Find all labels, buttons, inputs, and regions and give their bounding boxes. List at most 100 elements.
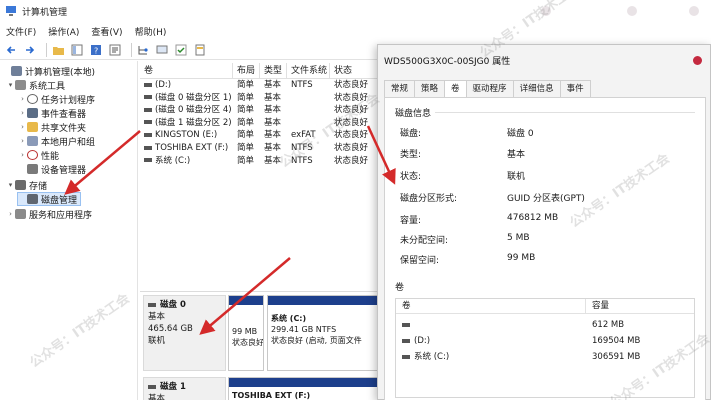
tab-general[interactable]: 常规	[384, 80, 416, 97]
tree-item-services-apps[interactable]: › 服务和应用程序	[6, 207, 92, 221]
tree-item-event-viewer[interactable]: › 事件查看器	[18, 106, 86, 120]
volume-status: 状态良好	[334, 105, 369, 116]
volume-layout: 简单	[237, 143, 255, 153]
partition-bar	[229, 378, 379, 387]
tree-caret[interactable]: ▾	[6, 181, 15, 189]
up-folder-icon[interactable]	[51, 43, 65, 57]
volumes-group: 卷 卷 容量 612 MB (D:) 169504 MB 系统 (C:) 306…	[395, 280, 695, 400]
volume-name: (D:)	[155, 80, 172, 90]
tree-item-label: 磁盘管理	[41, 195, 78, 206]
disk0-type: 基本	[148, 312, 166, 322]
tree-item-system-tools[interactable]: ▾ 系统工具	[6, 78, 65, 92]
partition-toshiba-f[interactable]: TOSHIBA EXT (F:)	[228, 377, 380, 400]
tree-caret[interactable]: ›	[18, 137, 27, 145]
info-value: 5 MB	[507, 233, 530, 243]
tree-caret[interactable]: ▾	[6, 81, 15, 89]
export-icon[interactable]	[193, 43, 207, 57]
table-row[interactable]: (D:) 169504 MB	[396, 334, 694, 348]
volumes-table: 卷 容量 612 MB (D:) 169504 MB 系统 (C:) 30659…	[395, 298, 695, 398]
back-icon[interactable]	[4, 43, 18, 57]
tree-item-computer-management[interactable]: 计算机管理(本地)	[2, 64, 95, 78]
maximize-button[interactable]	[620, 0, 644, 22]
connect-icon[interactable]	[155, 43, 169, 57]
volume-name: 系统 (C:)	[414, 352, 450, 362]
tree-item-shared-folders[interactable]: › 共享文件夹	[18, 120, 86, 134]
column-header-capacity[interactable]: 容量	[586, 299, 694, 313]
disk1-label[interactable]: 磁盘 1 基本	[143, 377, 226, 400]
forward-icon[interactable]	[23, 43, 37, 57]
folder-icon	[27, 122, 38, 132]
column-header-volume[interactable]: 卷	[396, 299, 586, 313]
dialog-close-button[interactable]	[693, 56, 702, 65]
tab-policies[interactable]: 策略	[414, 80, 446, 97]
column-header-volume[interactable]: 卷	[140, 63, 233, 78]
group-divider	[435, 112, 695, 113]
tree-icon[interactable]	[136, 43, 150, 57]
navigation-tree: 计算机管理(本地) ▾ 系统工具 › 任务计划程序 › 事件查看器 › 共享文件…	[0, 61, 138, 400]
tree-caret[interactable]: ›	[6, 210, 15, 218]
event-icon	[27, 108, 38, 118]
tree-item-task-scheduler[interactable]: › 任务计划程序	[18, 92, 95, 106]
table-row[interactable]: (磁盘 0 磁盘分区 1) 简单 基本 状态良好	[140, 92, 380, 105]
table-row[interactable]: KINGSTON (E:) 简单 基本 exFAT 状态良好	[140, 129, 380, 142]
table-row[interactable]: (D:) 简单 基本 NTFS 状态良好	[140, 79, 380, 92]
column-header-layout[interactable]: 布局	[233, 63, 260, 78]
tab-details[interactable]: 详细信息	[512, 80, 561, 97]
tab-events[interactable]: 事件	[559, 80, 591, 97]
table-row[interactable]: (磁盘 0 磁盘分区 4) 简单 基本 状态良好	[140, 104, 380, 117]
info-key: 磁盘分区形式:	[400, 194, 458, 204]
table-row[interactable]: (磁盘 1 磁盘分区 2) 简单 基本 状态良好	[140, 117, 380, 130]
tree-caret[interactable]: ›	[18, 95, 27, 103]
help-icon[interactable]: ?	[89, 43, 103, 57]
disk-icon	[148, 302, 156, 307]
tab-driver[interactable]: 驱动程序	[465, 80, 514, 97]
tree-caret[interactable]: ›	[18, 151, 27, 159]
minimize-button[interactable]	[534, 0, 558, 22]
menu-bar: 文件(F) 操作(A) 查看(V) 帮助(H)	[0, 22, 711, 40]
table-row[interactable]: 612 MB	[396, 318, 694, 332]
disk-icon	[27, 194, 38, 204]
volume-list: 卷 布局 类型 文件系统 状态 (D:) 简单 基本 NTFS 状态良好 (磁盘…	[140, 61, 380, 289]
partition-efi[interactable]: 99 MB 状态良好	[228, 295, 264, 371]
check-icon[interactable]	[174, 43, 188, 57]
volume-status: 状态良好	[334, 143, 369, 153]
properties-icon[interactable]	[108, 43, 122, 57]
services-icon	[15, 209, 26, 219]
table-row[interactable]: 系统 (C:) 306591 MB	[396, 350, 694, 364]
tree-caret[interactable]: ›	[18, 109, 27, 117]
volume-fs: exFAT	[291, 130, 316, 141]
volume-fs	[287, 92, 330, 105]
info-row-status: 状态: 联机	[400, 169, 690, 188]
tree-item-local-users[interactable]: › 本地用户和组	[18, 134, 95, 148]
volume-status: 状态良好	[334, 117, 369, 128]
close-button[interactable]	[682, 0, 706, 22]
tree-item-label: 计算机管理(本地)	[25, 67, 96, 78]
menu-action[interactable]: 操作(A)	[48, 25, 79, 38]
disk0-label[interactable]: 磁盘 0 基本 465.64 GB 联机	[143, 295, 226, 371]
view-icon[interactable]	[70, 43, 84, 57]
tree-item-label: 任务计划程序	[41, 95, 96, 106]
clock-icon	[27, 94, 38, 104]
info-row-reserved: 保留空间: 99 MB	[400, 253, 690, 272]
column-header-type[interactable]: 类型	[260, 63, 287, 78]
tree-item-performance[interactable]: › 性能	[18, 148, 59, 162]
tree-item-storage[interactable]: ▾ 存储	[6, 178, 47, 192]
table-row[interactable]: TOSHIBA EXT (F:) 简单 基本 NTFS 状态良好	[140, 142, 380, 155]
info-value: GUID 分区表(GPT)	[507, 194, 585, 204]
info-value: 476812 MB	[507, 213, 559, 223]
menu-help[interactable]: 帮助(H)	[135, 25, 167, 38]
disk1-type: 基本	[148, 394, 166, 400]
volume-name: TOSHIBA EXT (F:)	[155, 143, 229, 153]
volume-capacity: 306591 MB	[592, 352, 641, 362]
menu-view[interactable]: 查看(V)	[91, 25, 122, 38]
tree-item-disk-management[interactable]: 磁盘管理	[17, 192, 82, 206]
tree-item-device-manager[interactable]: 设备管理器	[18, 162, 86, 176]
menu-file[interactable]: 文件(F)	[6, 25, 36, 38]
storage-icon	[15, 180, 26, 190]
table-row[interactable]: 系统 (C:) 简单 基本 NTFS 状态良好	[140, 155, 380, 168]
partition-system-c[interactable]: 系统 (C:) 299.41 GB NTFS 状态良好 (启动, 页面文件	[267, 295, 380, 371]
column-header-status[interactable]: 状态	[330, 63, 380, 78]
column-header-filesystem[interactable]: 文件系统	[287, 63, 330, 78]
tree-caret[interactable]: ›	[18, 123, 27, 131]
tab-volumes[interactable]: 卷	[444, 80, 467, 98]
